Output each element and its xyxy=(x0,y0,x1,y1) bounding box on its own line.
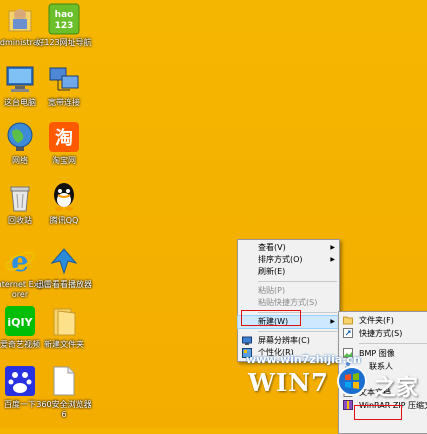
desktop-icon-broadband[interactable]: 宽带连接 xyxy=(36,62,92,108)
svg-text:iQIY: iQIY xyxy=(7,316,33,329)
iqiyi-icon: iQIY xyxy=(3,304,37,338)
watermark-url: www.win7zhijia.cn xyxy=(246,353,361,366)
desktop-icon-taobao[interactable]: 淘 淘宝网 xyxy=(36,120,92,166)
watermark-logo: WIN7 xyxy=(248,368,329,397)
qq-icon xyxy=(47,180,81,214)
watermark-suffix: 之家 xyxy=(374,376,419,401)
menu-separator xyxy=(258,331,337,332)
taobao-icon: 淘 xyxy=(47,120,81,154)
hao123-icon: hao 123 xyxy=(47,2,81,36)
user-folder-icon xyxy=(3,2,37,36)
highlight-box-text-document xyxy=(354,405,402,420)
menu-separator xyxy=(359,343,427,344)
monitor-icon xyxy=(242,336,252,346)
globe-network-icon xyxy=(3,120,37,154)
desktop-icon-new-folder[interactable]: 新建文件夹 xyxy=(36,304,92,350)
menu-item-paste[interactable]: 粘贴(P) xyxy=(238,285,339,297)
desktop-icon-360-browser[interactable]: 360安全浏览器6 xyxy=(36,364,92,420)
file-icon xyxy=(47,364,81,398)
folder-icon xyxy=(343,315,353,325)
submenu-arrow-icon: ▶ xyxy=(330,318,335,325)
desktop-icon-hao123[interactable]: hao 123 好123网址导航 xyxy=(36,2,92,48)
svg-text:淘: 淘 xyxy=(55,127,73,149)
submenu-arrow-icon: ▶ xyxy=(330,244,335,251)
highlight-box-new xyxy=(241,310,301,326)
menu-separator xyxy=(258,281,337,282)
submenu-arrow-icon: ▶ xyxy=(330,256,335,263)
shortcut-icon xyxy=(343,328,353,338)
computer-icon xyxy=(3,62,37,96)
network-icon xyxy=(47,62,81,96)
recycle-bin-icon xyxy=(3,180,37,214)
folder-icon xyxy=(47,304,81,338)
xunlei-icon xyxy=(47,244,81,278)
svg-text:123: 123 xyxy=(55,21,74,31)
menu-item-view[interactable]: 查看(V) ▶ xyxy=(238,242,339,254)
menu-item-screen-resolution[interactable]: 屏幕分辨率(C) xyxy=(238,335,339,347)
menu-item-sort-by[interactable]: 排序方式(O) ▶ xyxy=(238,254,339,266)
submenu-item-shortcut[interactable]: 快捷方式(S) xyxy=(339,327,427,340)
menu-item-refresh[interactable]: 刷新(E) xyxy=(238,266,339,278)
baidu-icon xyxy=(3,364,37,398)
ie-icon: e xyxy=(3,244,37,278)
desktop-context-menu: 查看(V) ▶ 排序方式(O) ▶ 刷新(E) 粘贴(P) 粘贴快捷方式(S) 新建… xyxy=(237,239,340,362)
svg-text:e: e xyxy=(11,245,29,277)
svg-text:hao: hao xyxy=(55,10,74,20)
zip-icon xyxy=(343,400,353,410)
desktop-icon-xunlei[interactable]: 迅雷看看播放器 xyxy=(36,244,92,290)
desktop-icon-qq[interactable]: 腾讯QQ xyxy=(36,180,92,226)
menu-item-paste-shortcut[interactable]: 粘贴快捷方式(S) xyxy=(238,297,339,309)
windows-logo-icon xyxy=(336,366,368,400)
submenu-item-folder[interactable]: 文件夹(F) xyxy=(339,314,427,327)
